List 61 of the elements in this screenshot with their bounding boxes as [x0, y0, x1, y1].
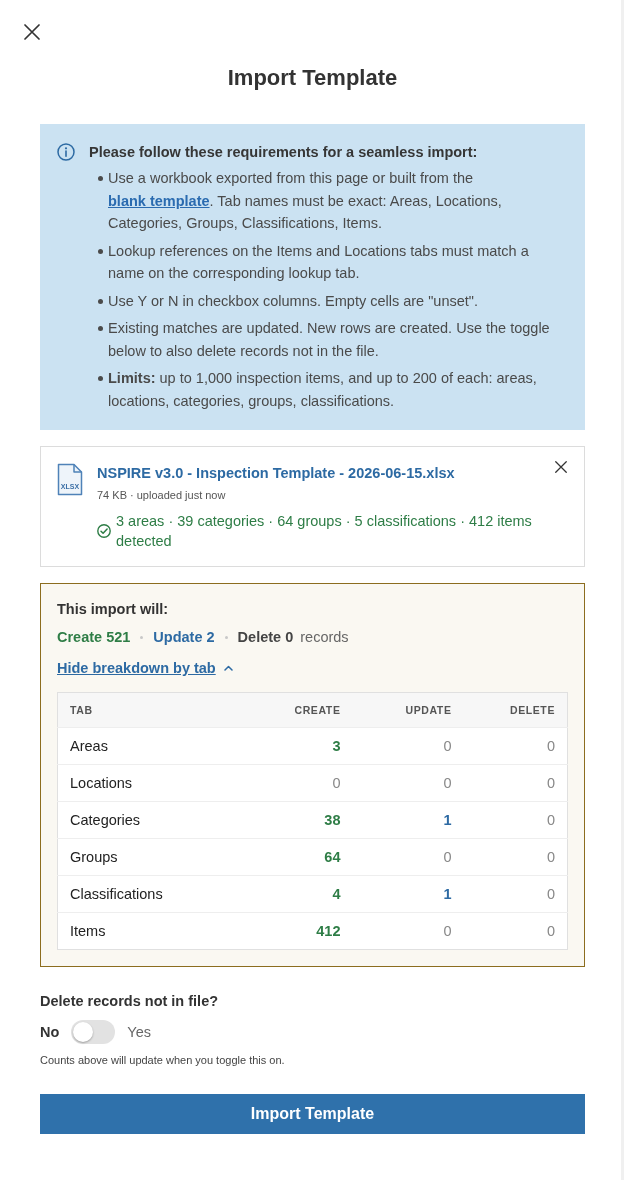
table-cell: 0: [352, 838, 464, 876]
create-count: Create 521: [57, 628, 131, 647]
bullet-icon: [98, 376, 103, 381]
table-cell: 0: [352, 764, 464, 802]
delete-count: Delete 0: [237, 628, 294, 647]
table-cell: 4: [242, 875, 353, 913]
table-cell: 1: [352, 875, 464, 913]
breakdown-toggle-link[interactable]: Hide breakdown by tab: [57, 658, 233, 678]
bullet-icon: [98, 326, 103, 331]
off-label: No: [40, 1023, 60, 1042]
import-button[interactable]: Import Template: [40, 1094, 585, 1134]
bullet-icon: [98, 248, 103, 254]
toggle-hint: Counts above will update when you toggle this on.: [40, 1053, 286, 1068]
requirements-heading: Please follow these requirements for a seamless import:: [89, 143, 478, 162]
file-meta: 74 KB · uploaded just now: [97, 488, 227, 503]
requirement-text: Use a workbook exported from this page or built from the blank template. Tab names must be exact: Areas, Locations, Categories, Groups, Classifications, Items.: [108, 169, 503, 233]
column-header: TAB: [57, 692, 243, 728]
check-circle-icon: [97, 524, 111, 538]
table-cell: Classifications: [57, 875, 243, 913]
column-header: DELETE: [463, 692, 568, 728]
table-cell: 0: [463, 912, 568, 950]
table-cell: 0: [352, 727, 464, 765]
table-cell: Groups: [57, 838, 243, 876]
table-cell: Locations: [57, 764, 243, 802]
table-cell: Categories: [57, 801, 243, 839]
toggle-switch[interactable]: [71, 1020, 116, 1044]
bullet-icon: [98, 298, 103, 304]
requirement-text: Lookup references on the Items and Locations tabs must match a name on the corresponding lookup tab.: [108, 241, 530, 283]
requirement-text: Limits: up to 1,000 inspection items, and up to 200 of each: areas, locations, categories, groups, classifications.: [108, 369, 538, 411]
template-link[interactable]: blank template: [108, 192, 210, 209]
file-name: NSPIRE v3.0 - Inspection Template - 2026-06-15.xlsx: [97, 464, 456, 483]
records-label: records: [300, 628, 349, 647]
table-cell: Areas: [57, 727, 243, 765]
table-cell: 3: [242, 727, 353, 765]
requirement-text: Use Y or N in checkbox columns. Empty cells are "unset".: [108, 291, 478, 311]
table-cell: 0: [463, 838, 568, 876]
table-cell: 0: [352, 912, 464, 950]
dialog-title: Import Template: [226, 64, 399, 92]
table-cell: 0: [463, 801, 568, 839]
caret-icon[interactable]: [223, 665, 233, 671]
separator-dot-icon: [224, 635, 228, 639]
table-cell: 0: [463, 727, 568, 765]
on-label: Yes: [127, 1023, 151, 1042]
table-cell: 0: [242, 764, 353, 802]
table-cell: 64: [242, 838, 353, 876]
column-header: UPDATE: [352, 692, 464, 728]
update-count: Update 2: [153, 628, 215, 647]
table-cell: 1: [352, 801, 464, 839]
table-cell: 38: [242, 801, 353, 839]
table-cell: 412: [242, 912, 353, 950]
delete-option-label: Delete records not in file?: [40, 992, 220, 1011]
detection-summary: 3 areas · 39 categories · 64 groups · 5 classifications · 412 items detected: [116, 512, 533, 551]
summary-heading: This import will:: [57, 600, 170, 619]
info-icon: [57, 143, 75, 161]
table-cell: 0: [463, 875, 568, 913]
bullet-icon: [98, 176, 103, 181]
separator-dot-icon: [140, 635, 144, 639]
table-cell: 0: [463, 764, 568, 802]
column-header: CREATE: [242, 692, 353, 728]
requirement-text: Existing matches are updated. New rows are created. Use the toggle below to also delete records not in the file.: [108, 319, 551, 361]
table-cell: Items: [57, 912, 243, 950]
